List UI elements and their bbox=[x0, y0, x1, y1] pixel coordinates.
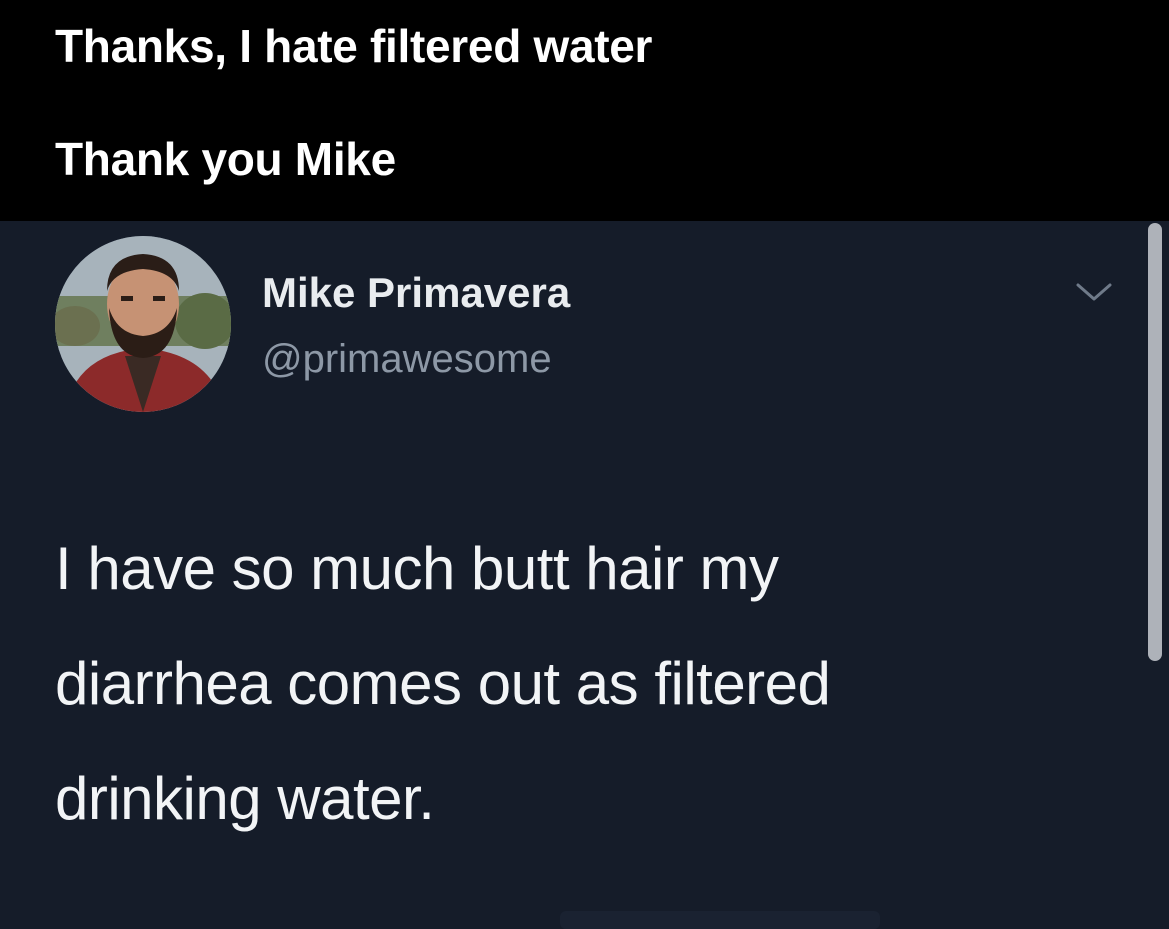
cropped-content-edge bbox=[560, 911, 880, 929]
scrollbar[interactable] bbox=[1148, 223, 1162, 661]
author-display-name[interactable]: Mike Primavera bbox=[262, 269, 570, 317]
tweet-text-line: diarrhea comes out as filtered bbox=[55, 650, 831, 717]
caption-line-1: Thanks, I hate filtered water bbox=[55, 20, 653, 72]
caption-bar: Thanks, I hate filtered water Thank you … bbox=[0, 0, 1169, 221]
chevron-down-icon[interactable] bbox=[1074, 281, 1114, 305]
author-handle[interactable]: @primawesome bbox=[262, 337, 552, 382]
tweet-text-line: I have so much butt hair my bbox=[55, 535, 779, 602]
avatar[interactable] bbox=[55, 236, 231, 412]
caption-line-2: Thank you Mike bbox=[55, 133, 396, 185]
tweet-text-line: drinking water. bbox=[55, 765, 435, 832]
tweet-text: I have so much butt hair my diarrhea com… bbox=[55, 511, 1115, 856]
meme-page: Thanks, I hate filtered water Thank you … bbox=[0, 0, 1169, 929]
tweet-card: Mike Primavera @primawesome I have so mu… bbox=[0, 221, 1169, 929]
